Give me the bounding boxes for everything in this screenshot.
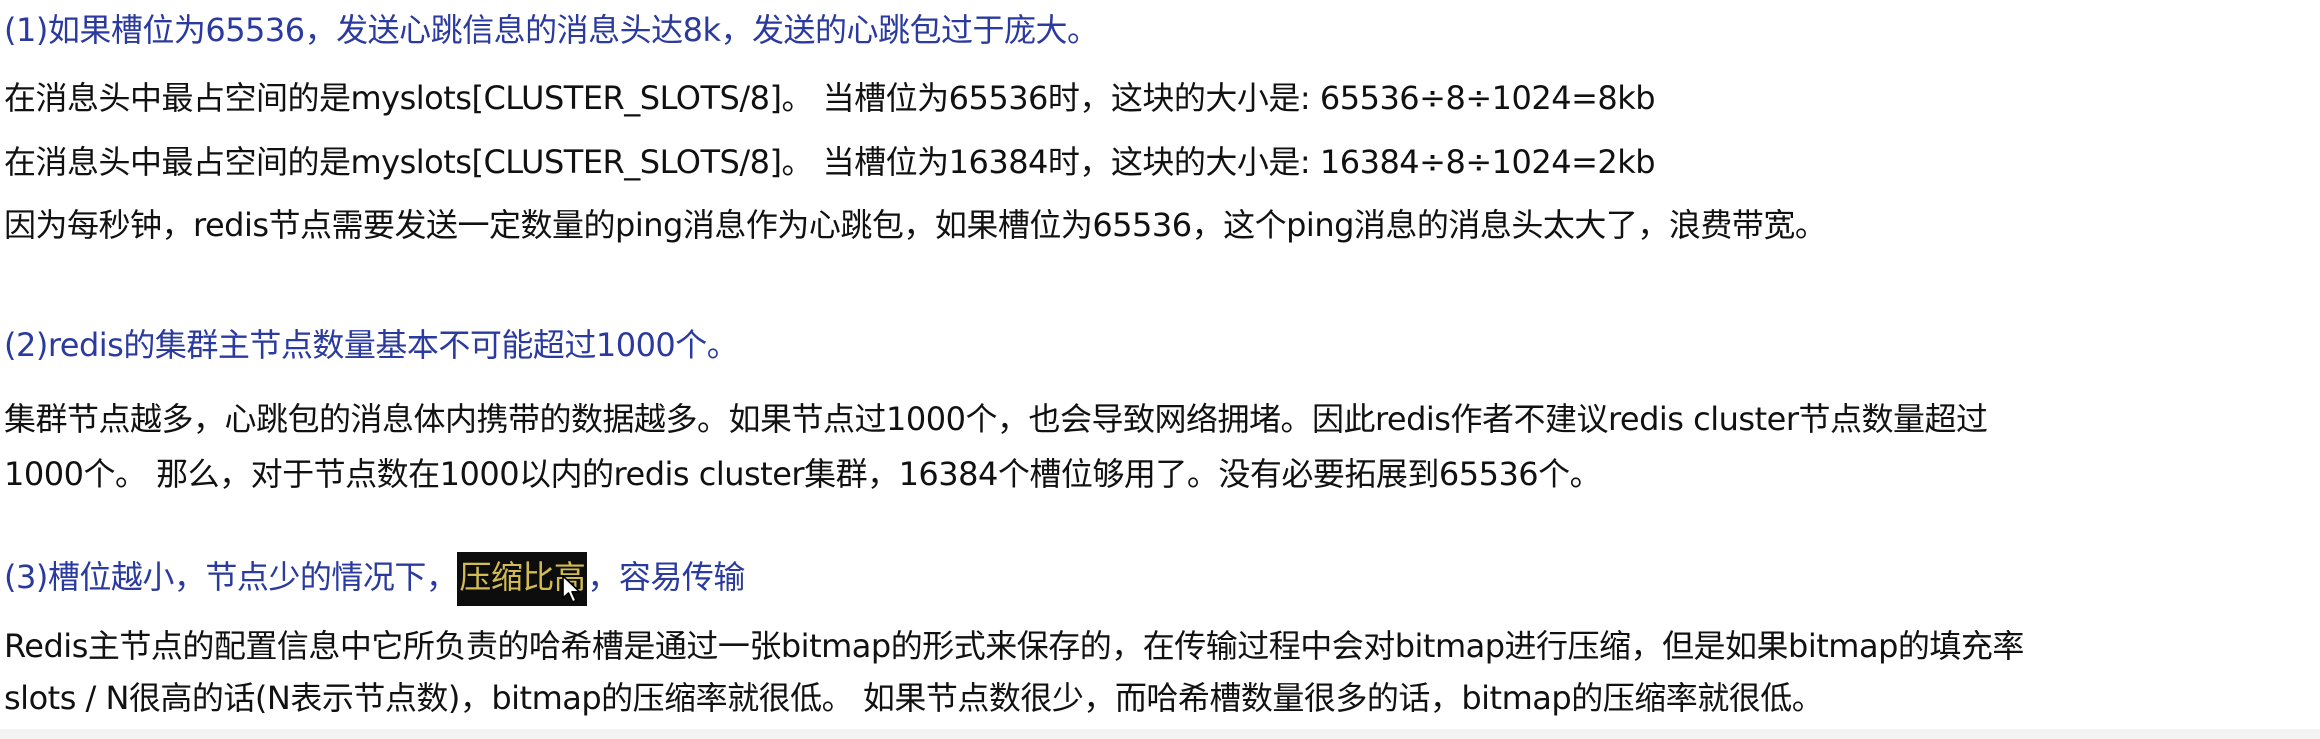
section-3-line-1: Redis主节点的配置信息中它所负责的哈希槽是通过一张bitmap的形式来保存的… (4, 627, 2024, 665)
section-2-heading: (2)redis的集群主节点数量基本不可能超过1000个。 (4, 326, 739, 364)
section-1-line-2: 在消息头中最占空间的是myslots[CLUSTER_SLOTS/8]。 当槽位… (4, 143, 1656, 181)
section-2-line-1: 集群节点越多，心跳包的消息体内携带的数据越多。如果节点过1000个，也会导致网络… (4, 400, 1988, 438)
section-3-heading-end: ，容易传输 (587, 558, 745, 596)
section-1-line-1: 在消息头中最占空间的是myslots[CLUSTER_SLOTS/8]。 当槽位… (4, 79, 1656, 117)
document: (1)如果槽位为65536，发送心跳信息的消息头达8k，发送的心跳包过于庞大。 … (0, 0, 2320, 739)
bottom-strip (0, 729, 2320, 739)
section-1-heading: (1)如果槽位为65536，发送心跳信息的消息头达8k，发送的心跳包过于庞大。 (4, 11, 1099, 49)
section-3-line-2: slots / N很高的话(N表示节点数)，bitmap的压缩率就很低。 如果节… (4, 679, 1824, 717)
section-2-line-2: 1000个。 那么，对于节点数在1000以内的redis cluster集群，1… (4, 455, 1602, 493)
section-3-heading: (3)槽位越小，节点少的情况下，压缩比高 ，容易传输 (4, 552, 745, 606)
section-1-line-3: 因为每秒钟，redis节点需要发送一定数量的ping消息作为心跳包，如果槽位为6… (4, 206, 1827, 244)
section-3-heading-start: (3)槽位越小，节点少的情况下， (4, 558, 458, 596)
